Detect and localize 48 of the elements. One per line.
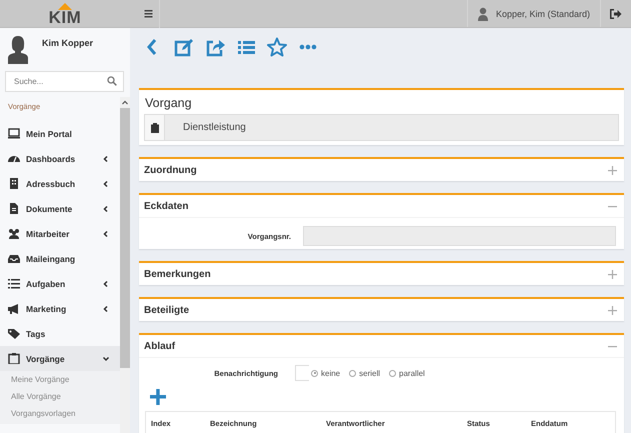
section-title: Eckdaten [144, 200, 188, 212]
section-title: Zuordnung [144, 164, 197, 176]
section-title: Beteiligte [144, 304, 190, 316]
add-icon[interactable] [150, 389, 166, 405]
building-icon [8, 178, 20, 189]
inbox-icon [8, 253, 20, 264]
megaphone-icon [8, 303, 20, 314]
input-field[interactable] [303, 226, 616, 246]
empty-field[interactable] [295, 365, 309, 381]
tag-icon [8, 328, 20, 339]
sidebar-item[interactable]: Maileingang [0, 246, 120, 271]
sidebar-item[interactable]: Aufgaben [0, 271, 120, 296]
star-icon[interactable] [267, 37, 287, 57]
expand-icon[interactable] [608, 166, 617, 174]
radio-option[interactable]: keine [311, 368, 340, 378]
sidebar-item[interactable]: Dokumente [0, 196, 120, 221]
clipboard-icon [150, 122, 158, 132]
search-icon [107, 76, 117, 86]
section-title: Ablauf [144, 340, 176, 352]
section-title: Bemerkungen [144, 268, 211, 280]
document-icon [8, 203, 20, 214]
radio-option[interactable]: seriell [349, 368, 380, 378]
sidebar-item[interactable]: Dashboards [0, 146, 120, 171]
search-field[interactable]: Suche... [5, 71, 124, 92]
edit-icon[interactable] [174, 37, 194, 57]
person-icon [478, 6, 488, 20]
logo: KIM [48, 9, 82, 27]
sidebar-item[interactable]: Mein Portal [0, 121, 120, 146]
avatar-icon [8, 34, 28, 64]
user-name: Kim Kopper [42, 38, 94, 48]
expand-icon[interactable] [608, 306, 617, 314]
logo-roof-icon [58, 3, 72, 10]
sidebar-item[interactable]: Vorgänge [0, 346, 120, 371]
gauge-icon [8, 153, 20, 164]
checklist-icon [8, 278, 20, 289]
panel-title: Vorgang [144, 95, 193, 112]
user-menu-button[interactable]: Kopper, Kim (Standard) [466, 0, 601, 27]
expand-icon[interactable] [608, 270, 617, 278]
sidebar-item[interactable]: Tags [0, 321, 120, 346]
share-icon[interactable] [205, 37, 225, 57]
monitor-icon [8, 128, 20, 139]
sidebar-item[interactable]: Marketing [0, 296, 120, 321]
people-icon [8, 228, 20, 239]
radio-option[interactable]: parallel [389, 368, 425, 378]
sidebar-item[interactable]: Adressbuch [0, 171, 120, 196]
type-field[interactable]: Dienstleistung [144, 114, 619, 141]
sidebar-item[interactable]: Mitarbeiter [0, 221, 120, 246]
clipboard-icon [8, 353, 20, 364]
